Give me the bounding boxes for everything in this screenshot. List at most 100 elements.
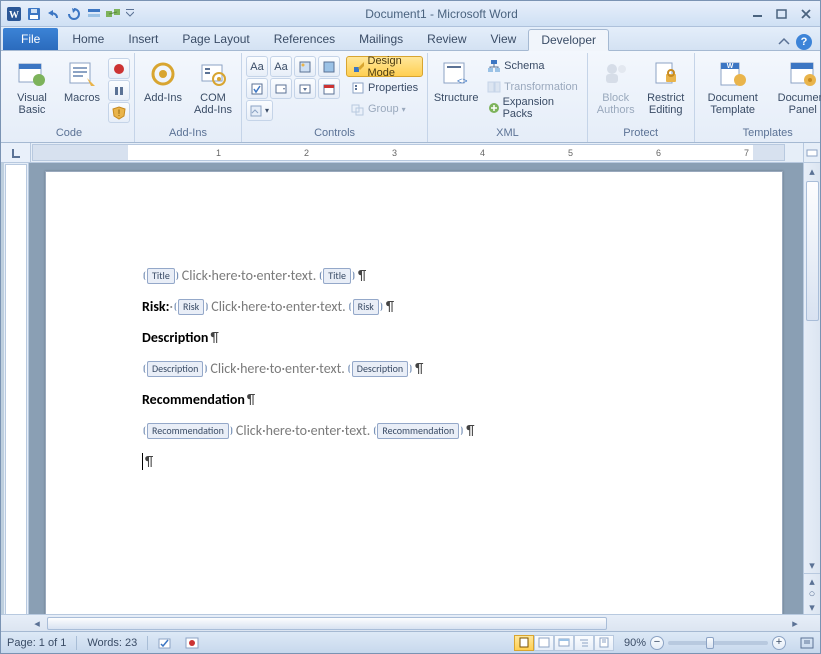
scroll-left-icon[interactable]: ◂ (29, 617, 45, 630)
checkbox-control-button[interactable] (246, 78, 268, 99)
date-picker-control-button[interactable] (318, 78, 340, 99)
zoom-level[interactable]: 90% (624, 637, 646, 649)
svg-text:<>: <> (457, 76, 468, 86)
qat-icon[interactable] (85, 5, 103, 23)
visual-basic-button[interactable]: Visual Basic (8, 56, 56, 118)
macro-security-button[interactable]: ! (108, 102, 130, 123)
scroll-down-icon[interactable]: ▾ (804, 557, 820, 573)
properties-button[interactable]: Properties (346, 78, 423, 98)
group-button[interactable]: Group ▾ (346, 99, 423, 119)
page-indicator[interactable]: Page: 1 of 1 (7, 637, 66, 649)
close-button[interactable] (796, 7, 816, 21)
cc-placeholder[interactable]: Click·here·to·enter·text. (209, 298, 347, 315)
restrict-editing-button[interactable]: Restrict Editing (642, 56, 690, 118)
structure-button[interactable]: <> Structure (432, 56, 480, 106)
block-authors-button[interactable]: Block Authors (592, 56, 640, 118)
recommendation-heading: Recommendation (142, 391, 245, 408)
cc-tag-recommendation-end[interactable]: Recommendation (377, 423, 459, 439)
tab-insert[interactable]: Insert (116, 28, 170, 50)
proofing-icon[interactable] (158, 636, 174, 650)
redo-icon[interactable] (65, 5, 83, 23)
record-macro-button[interactable] (108, 58, 130, 79)
horizontal-ruler-strip: 1234567 (1, 143, 820, 163)
ribbon-minimize-icon[interactable] (778, 37, 790, 47)
browse-prev-icon[interactable]: ▴ (804, 574, 820, 588)
addins-button[interactable]: Add-Ins (139, 56, 187, 106)
vertical-scrollbar[interactable]: ▴ ▾ ▴ ○ ▾ (803, 163, 820, 614)
document-page[interactable]: ⦗Title⦘ Click·here·to·enter·text. ⦗Title… (45, 171, 783, 614)
ruler-toggle-icon[interactable] (803, 143, 820, 162)
tab-developer[interactable]: Developer (528, 29, 609, 51)
cc-tag-title-end[interactable]: Title (323, 268, 351, 284)
dropdown-control-button[interactable] (294, 78, 316, 99)
zoom-slider[interactable] (668, 641, 768, 645)
document-template-button[interactable]: W Document Template (699, 56, 767, 118)
scroll-right-icon[interactable]: ▸ (787, 617, 803, 630)
zoom-slider-knob[interactable] (706, 637, 714, 649)
save-icon[interactable] (25, 5, 43, 23)
outline-view-button[interactable] (574, 635, 594, 651)
design-mode-icon (353, 60, 364, 74)
tab-review[interactable]: Review (415, 28, 478, 50)
print-layout-view-button[interactable] (514, 635, 534, 651)
macros-button[interactable]: Macros (58, 56, 106, 106)
word-window: W Document1 - Microsoft Word (0, 0, 821, 654)
maximize-button[interactable] (772, 7, 792, 21)
properties-icon (351, 81, 365, 95)
horizontal-scrollbar[interactable]: ◂ ▸ (1, 614, 820, 631)
zoom-out-button[interactable]: − (650, 636, 664, 650)
hscroll-thumb[interactable] (47, 617, 607, 630)
draft-view-button[interactable] (594, 635, 614, 651)
word-count[interactable]: Words: 23 (87, 637, 137, 649)
plain-text-control-button[interactable]: Aa (270, 56, 292, 77)
zoom-fit-icon[interactable] (800, 637, 814, 649)
cc-tag-description-start[interactable]: Description (147, 361, 203, 377)
expansion-packs-button[interactable]: Expansion Packs (482, 98, 583, 118)
design-mode-button[interactable]: Design Mode (346, 56, 423, 77)
file-tab[interactable]: File (3, 28, 58, 50)
web-layout-view-button[interactable] (554, 635, 574, 651)
svg-text:W: W (726, 63, 733, 70)
full-screen-view-button[interactable] (534, 635, 554, 651)
scroll-thumb[interactable] (806, 181, 819, 321)
cc-tag-description-end[interactable]: Description (352, 361, 408, 377)
vertical-ruler[interactable] (4, 163, 29, 614)
pause-recording-button[interactable] (108, 80, 130, 101)
tab-mailings[interactable]: Mailings (347, 28, 415, 50)
tab-selector[interactable] (1, 143, 31, 162)
rich-text-control-button[interactable]: Aa (246, 56, 268, 77)
browse-next-icon[interactable]: ▾ (804, 600, 820, 614)
group-xml: <> Structure Schema Transformation Expan… (428, 53, 588, 142)
cc-tag-title-start[interactable]: Title (147, 268, 175, 284)
zoom-in-button[interactable]: + (772, 636, 786, 650)
horizontal-ruler[interactable]: 1234567 (32, 144, 785, 161)
combobox-control-button[interactable] (270, 78, 292, 99)
cc-tag-recommendation-start[interactable]: Recommendation (147, 423, 229, 439)
tab-home[interactable]: Home (60, 28, 116, 50)
legacy-tools-button[interactable]: ▾ (246, 100, 273, 121)
cc-placeholder[interactable]: Click·here·to·enter·text. (180, 267, 318, 284)
qat-icon-2[interactable] (105, 5, 123, 23)
cc-placeholder[interactable]: Click·here·to·enter·text. (234, 422, 372, 439)
undo-icon[interactable] (45, 5, 63, 23)
group-controls: Aa Aa ▾ (242, 53, 428, 142)
cc-placeholder[interactable]: Click·here·to·enter·text. (208, 360, 346, 377)
building-block-control-button[interactable] (318, 56, 340, 77)
minimize-button[interactable] (748, 7, 768, 21)
transformation-button[interactable]: Transformation (482, 77, 583, 97)
browse-object-icon[interactable]: ○ (804, 588, 820, 600)
qat-customize-icon[interactable] (125, 5, 135, 23)
tab-references[interactable]: References (262, 28, 347, 50)
tab-page-layout[interactable]: Page Layout (170, 28, 261, 50)
cc-tag-risk-end[interactable]: Risk (353, 299, 379, 315)
schema-button[interactable]: Schema (482, 56, 583, 76)
word-app-icon[interactable]: W (5, 5, 23, 23)
cc-tag-risk-start[interactable]: Risk (178, 299, 204, 315)
scroll-up-icon[interactable]: ▴ (804, 163, 820, 179)
picture-control-button[interactable] (294, 56, 316, 77)
com-addins-button[interactable]: COM Add-Ins (189, 56, 237, 118)
tab-view[interactable]: View (479, 28, 529, 50)
help-icon[interactable]: ? (796, 34, 812, 50)
macro-record-status-icon[interactable] (184, 636, 200, 650)
document-panel-button[interactable]: Document Panel (769, 56, 821, 118)
